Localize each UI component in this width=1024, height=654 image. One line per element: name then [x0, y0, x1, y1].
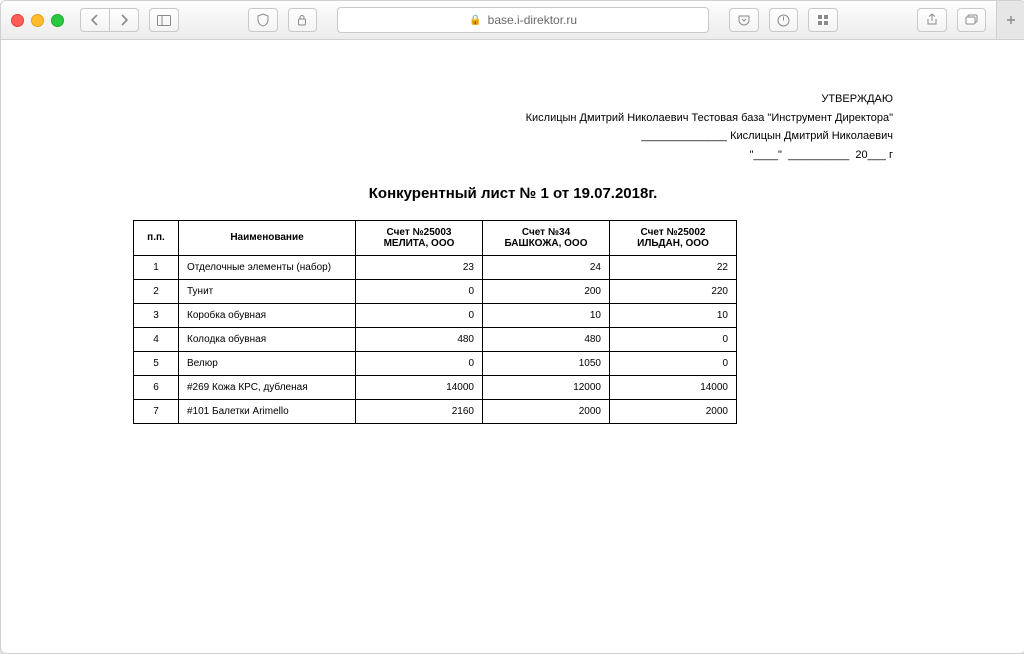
- cell-supplier-2: 1050: [483, 351, 610, 375]
- https-lock-icon: 🔒: [469, 15, 481, 26]
- chevron-right-icon: [119, 14, 129, 26]
- chevron-left-icon: [90, 14, 100, 26]
- cell-number: 2: [134, 279, 179, 303]
- pocket-icon: [738, 14, 750, 26]
- page-title: Конкурентный лист № 1 от 19.07.2018г.: [133, 185, 893, 202]
- approval-block: УТВЕРЖДАЮ Кислицын Дмитрий Николаевич Те…: [133, 90, 893, 165]
- cell-supplier-3: 0: [610, 351, 737, 375]
- address-bar[interactable]: 🔒 base.i-direktor.ru: [337, 7, 709, 33]
- cell-supplier-2: 10: [483, 303, 610, 327]
- cell-supplier-1: 2160: [356, 399, 483, 423]
- cell-name: Коробка обувная: [179, 303, 356, 327]
- cell-name: #269 Кожа КРС, дубленая: [179, 375, 356, 399]
- share-icon: [926, 13, 938, 27]
- extension-button[interactable]: [808, 8, 838, 32]
- table-row: 7#101 Балетки Arimello216020002000: [134, 399, 737, 423]
- tabs-icon: [965, 14, 979, 26]
- cell-name: #101 Балетки Arimello: [179, 399, 356, 423]
- document: УТВЕРЖДАЮ Кислицын Дмитрий Николаевич Те…: [133, 40, 893, 464]
- cell-supplier-1: 14000: [356, 375, 483, 399]
- titlebar: 🔒 base.i-direktor.ru: [1, 1, 1024, 40]
- sidebar-icon: [157, 15, 171, 26]
- cell-number: 5: [134, 351, 179, 375]
- browser-window: 🔒 base.i-direktor.ru УТВЕРЖДАЮ Ки: [0, 0, 1024, 654]
- share-button[interactable]: [917, 8, 947, 32]
- cell-name: Отделочные элементы (набор): [179, 255, 356, 279]
- table-row: 4Колодка обувная4804800: [134, 327, 737, 351]
- shield-icon: [257, 13, 269, 27]
- cell-supplier-2: 200: [483, 279, 610, 303]
- forward-button[interactable]: [109, 8, 139, 32]
- tabs-button[interactable]: [957, 8, 987, 32]
- cell-supplier-1: 0: [356, 303, 483, 327]
- cell-supplier-3: 2000: [610, 399, 737, 423]
- cell-supplier-2: 480: [483, 327, 610, 351]
- cell-name: Велюр: [179, 351, 356, 375]
- cell-number: 3: [134, 303, 179, 327]
- pocket-button[interactable]: [729, 8, 759, 32]
- approval-org-line: Кислицын Дмитрий Николаевич Тестовая баз…: [133, 109, 893, 128]
- cell-supplier-1: 0: [356, 279, 483, 303]
- cell-supplier-3: 14000: [610, 375, 737, 399]
- page-viewport[interactable]: УТВЕРЖДАЮ Кислицын Дмитрий Николаевич Те…: [1, 40, 1024, 653]
- approval-date-line: "____" __________ 20___ г: [133, 146, 893, 165]
- col-header-supplier-2: Счет №34БАШКОЖА, ООО: [483, 220, 610, 255]
- table-row: 6#269 Кожа КРС, дубленая140001200014000: [134, 375, 737, 399]
- minimize-window-button[interactable]: [31, 14, 44, 27]
- approval-title: УТВЕРЖДАЮ: [133, 90, 893, 109]
- cell-supplier-1: 23: [356, 255, 483, 279]
- table-row: 2Тунит0200220: [134, 279, 737, 303]
- competitive-table: п.п. Наименование Счет №25003МЕЛИТА, ООО…: [133, 220, 737, 424]
- adblock-button[interactable]: [769, 8, 799, 32]
- cell-name: Колодка обувная: [179, 327, 356, 351]
- cell-supplier-3: 22: [610, 255, 737, 279]
- approval-signer: Кислицын Дмитрий Николаевич: [730, 130, 893, 142]
- cell-supplier-3: 10: [610, 303, 737, 327]
- cell-supplier-2: 2000: [483, 399, 610, 423]
- close-window-button[interactable]: [11, 14, 24, 27]
- cell-name: Тунит: [179, 279, 356, 303]
- cell-supplier-1: 480: [356, 327, 483, 351]
- approval-signer-line: ______________ Кислицын Дмитрий Николаев…: [133, 127, 893, 146]
- shield-button[interactable]: [248, 8, 278, 32]
- cell-supplier-2: 12000: [483, 375, 610, 399]
- table-row: 3Коробка обувная01010: [134, 303, 737, 327]
- sidebar-button[interactable]: [149, 8, 179, 32]
- cell-supplier-3: 0: [610, 327, 737, 351]
- cell-number: 1: [134, 255, 179, 279]
- col-header-name: Наименование: [179, 220, 356, 255]
- cell-number: 6: [134, 375, 179, 399]
- lock-icon: [297, 14, 307, 26]
- table-row: 5Велюр010500: [134, 351, 737, 375]
- col-header-supplier-1: Счет №25003МЕЛИТА, ООО: [356, 220, 483, 255]
- privacy-button[interactable]: [288, 8, 318, 32]
- col-header-number: п.п.: [134, 220, 179, 255]
- cell-supplier-2: 24: [483, 255, 610, 279]
- power-icon: [777, 14, 790, 27]
- url-host: base.i-direktor.ru: [488, 13, 577, 27]
- cell-supplier-1: 0: [356, 351, 483, 375]
- new-tab-button[interactable]: [996, 1, 1024, 39]
- plus-icon: [1005, 14, 1017, 26]
- cell-supplier-3: 220: [610, 279, 737, 303]
- cell-number: 7: [134, 399, 179, 423]
- table-row: 1Отделочные элементы (набор)232422: [134, 255, 737, 279]
- table-header-row: п.п. Наименование Счет №25003МЕЛИТА, ООО…: [134, 220, 737, 255]
- window-controls: [11, 14, 64, 27]
- cell-number: 4: [134, 327, 179, 351]
- back-button[interactable]: [80, 8, 109, 32]
- col-header-supplier-3: Счет №25002ИЛЬДАН, ООО: [610, 220, 737, 255]
- maximize-window-button[interactable]: [51, 14, 64, 27]
- grid-icon: [817, 14, 829, 26]
- nav-buttons: [80, 8, 139, 32]
